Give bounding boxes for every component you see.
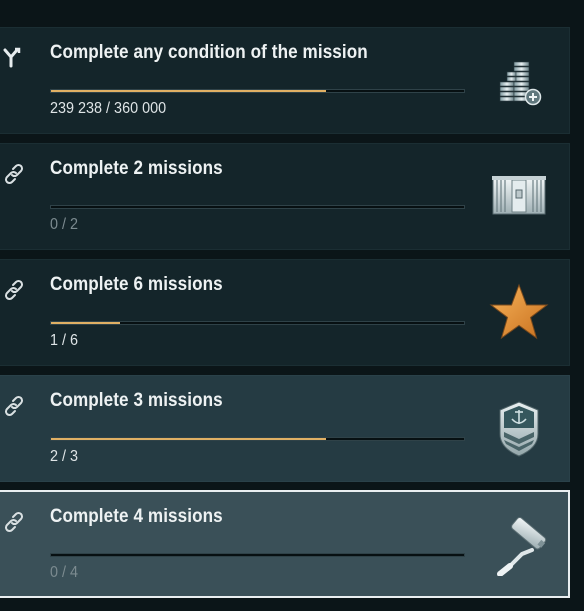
progress-bar (50, 205, 465, 209)
mission-card-selected[interactable]: Complete 4 missions 0 / 4 (0, 490, 570, 598)
progress-fill (51, 438, 327, 440)
commander-anchor-badge-icon (488, 398, 550, 460)
progress-text: 0 / 2 (50, 216, 79, 233)
container-icon (488, 166, 550, 228)
mission-title: Complete 4 missions (50, 506, 223, 527)
progress-text: 0 / 4 (50, 564, 79, 581)
mission-card[interactable]: Complete any condition of the mission 23… (0, 27, 570, 134)
progress-text: 1 / 6 (50, 332, 79, 349)
progress-fill (51, 90, 326, 92)
chain-link-icon (2, 278, 26, 302)
progress-bar (50, 321, 465, 325)
credits-stack-icon (488, 50, 550, 112)
progress-text: 239 238 / 360 000 (50, 100, 167, 117)
mission-title: Complete any condition of the mission (50, 42, 368, 63)
progress-bar (50, 89, 465, 93)
mission-card[interactable]: Complete 2 missions 0 / 2 (0, 143, 570, 250)
chain-link-icon (2, 162, 26, 186)
branch-icon (2, 46, 26, 70)
progress-fill (51, 322, 120, 324)
mission-title: Complete 2 missions (50, 158, 223, 179)
mission-chain-list: Complete any condition of the mission 23… (0, 0, 584, 611)
paint-roller-icon (488, 514, 550, 577)
mission-card[interactable]: Complete 6 missions 1 / 6 (0, 259, 570, 366)
progress-bar (50, 553, 465, 557)
mission-card[interactable]: Complete 3 missions 2 / 3 (0, 375, 570, 482)
chain-link-icon (2, 394, 26, 418)
progress-text: 2 / 3 (50, 448, 79, 465)
star-icon (488, 282, 550, 344)
mission-title: Complete 3 missions (50, 390, 223, 411)
mission-title: Complete 6 missions (50, 274, 223, 295)
progress-bar (50, 437, 465, 441)
chain-link-icon (2, 510, 26, 534)
